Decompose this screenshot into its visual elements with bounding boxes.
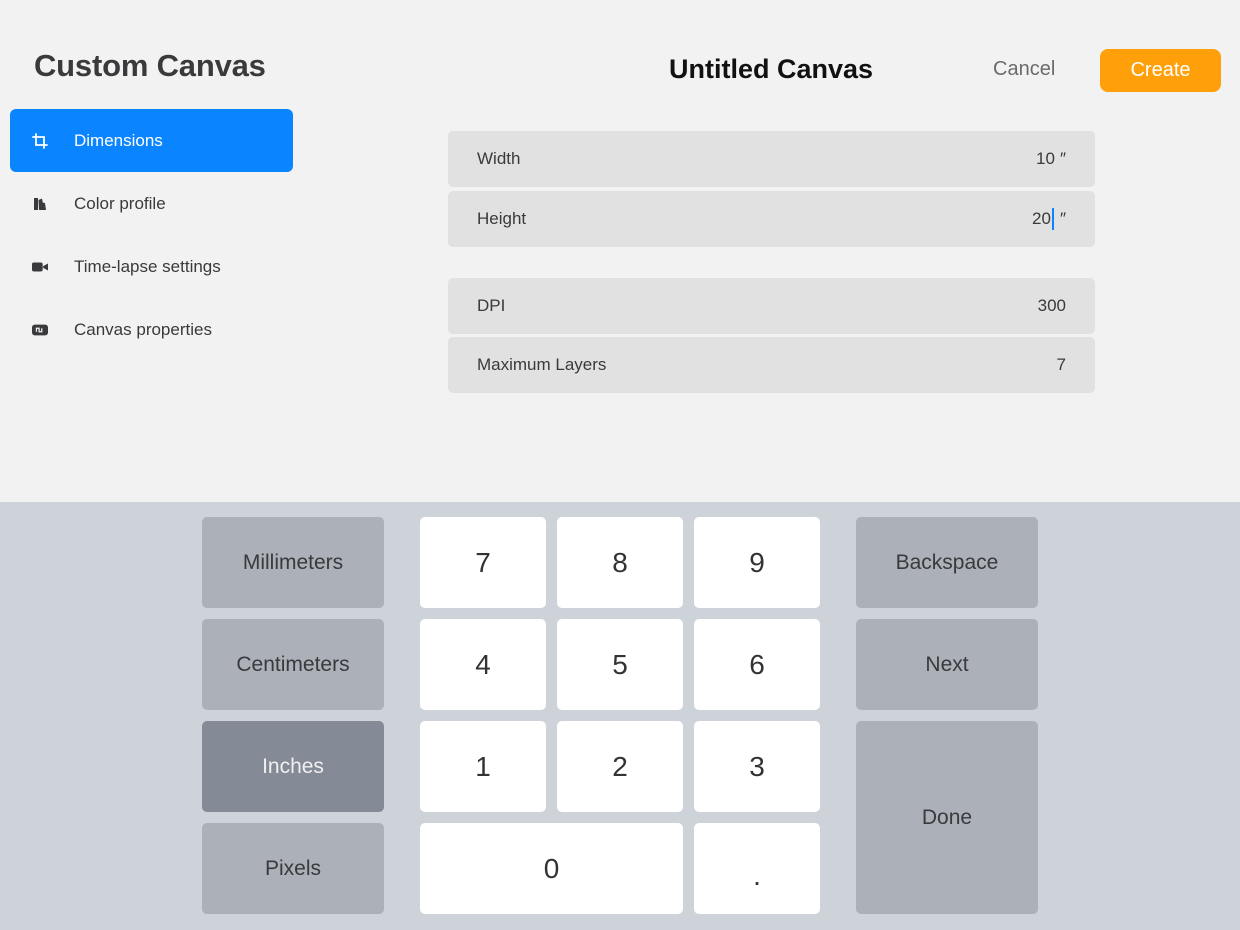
pixels-key[interactable]: Pixels <box>202 823 384 914</box>
crop-icon <box>32 132 48 149</box>
video-camera-icon <box>32 259 48 275</box>
max-layers-label: Maximum Layers <box>477 355 607 374</box>
next-key[interactable]: Next <box>856 619 1038 710</box>
canvas-properties-icon <box>32 322 48 338</box>
backspace-key[interactable]: Backspace <box>856 517 1038 608</box>
color-swatch-icon <box>32 196 48 212</box>
decimal-point-key[interactable]: . <box>694 823 820 914</box>
page-title: Untitled Canvas <box>668 54 874 84</box>
height-unit: ″ <box>1059 209 1066 228</box>
numeric-keypad: Millimeters Centimeters Inches Pixels 7 … <box>0 502 1240 930</box>
width-unit: ″ <box>1059 149 1066 168</box>
cancel-button[interactable]: Cancel <box>993 58 1055 81</box>
width-value-group: 10 ″ <box>1036 149 1066 169</box>
create-button[interactable]: Create <box>1100 49 1221 92</box>
digit-2-key[interactable]: 2 <box>557 721 683 812</box>
max-layers-value: 7 <box>1056 355 1066 374</box>
width-label: Width <box>477 149 521 168</box>
digit-9-key[interactable]: 9 <box>694 517 820 608</box>
digit-1-key[interactable]: 1 <box>420 721 546 812</box>
height-value-group: 20 ″ <box>1032 208 1066 230</box>
inches-key[interactable]: Inches <box>202 721 384 812</box>
dpi-field[interactable]: DPI 300 <box>448 278 1095 334</box>
dpi-label: DPI <box>477 296 506 315</box>
sidebar-item-dimensions[interactable]: Dimensions <box>10 109 293 172</box>
height-value: 20 <box>1032 209 1051 228</box>
main-panel: Untitled Canvas Cancel Create Width 10 ″… <box>305 0 1240 502</box>
dpi-value: 300 <box>1037 296 1066 315</box>
digit-5-key[interactable]: 5 <box>557 619 683 710</box>
height-label: Height <box>477 209 527 228</box>
text-cursor <box>1051 208 1054 230</box>
digit-3-key[interactable]: 3 <box>694 721 820 812</box>
millimeters-key[interactable]: Millimeters <box>202 517 384 608</box>
width-value: 10 <box>1036 149 1055 168</box>
digit-4-key[interactable]: 4 <box>420 619 546 710</box>
width-field[interactable]: Width 10 ″ <box>448 131 1095 187</box>
sidebar-item-label: Time-lapse settings <box>74 256 221 276</box>
sidebar-title: Custom Canvas <box>34 48 266 83</box>
sidebar-item-label: Canvas properties <box>74 319 212 339</box>
centimeters-key[interactable]: Centimeters <box>202 619 384 710</box>
sidebar: Custom Canvas Dimensions Color profile T… <box>0 0 305 502</box>
sidebar-item-time-lapse-settings[interactable]: Time-lapse settings <box>10 235 293 298</box>
sidebar-item-label: Dimensions <box>74 130 163 150</box>
sidebar-item-label: Color profile <box>74 193 166 213</box>
height-field[interactable]: Height 20 ″ <box>448 191 1095 247</box>
digit-0-key[interactable]: 0 <box>420 823 683 914</box>
sidebar-item-color-profile[interactable]: Color profile <box>10 172 293 235</box>
digit-8-key[interactable]: 8 <box>557 517 683 608</box>
max-layers-field[interactable]: Maximum Layers 7 <box>448 337 1095 393</box>
sidebar-item-canvas-properties[interactable]: Canvas properties <box>10 298 293 361</box>
digit-7-key[interactable]: 7 <box>420 517 546 608</box>
done-key[interactable]: Done <box>856 721 1038 914</box>
digit-6-key[interactable]: 6 <box>694 619 820 710</box>
nav-list: Dimensions Color profile Time-lapse sett… <box>10 109 293 361</box>
